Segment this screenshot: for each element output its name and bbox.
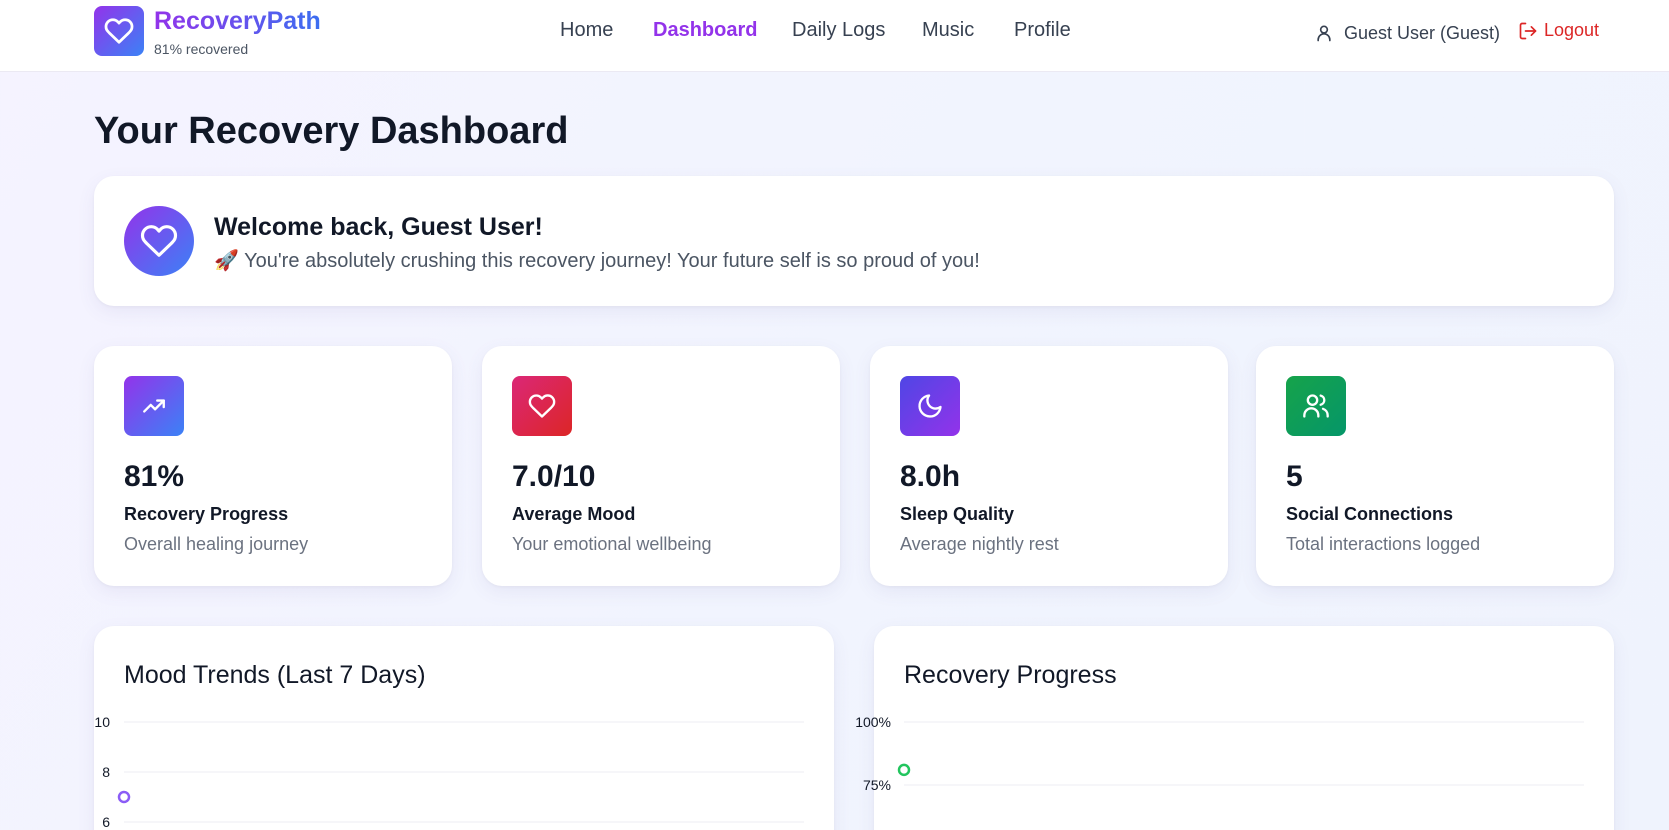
top-navbar: RecoveryPath 81% recovered Home Dashboar… bbox=[0, 0, 1669, 72]
moon-icon bbox=[900, 376, 960, 436]
welcome-title: Welcome back, Guest User! bbox=[214, 213, 543, 241]
data-point[interactable] bbox=[117, 790, 131, 804]
stat-card-recovery: 81% Recovery Progress Overall healing jo… bbox=[94, 346, 452, 586]
logout-label: Logout bbox=[1544, 20, 1600, 40]
trending-up-icon bbox=[124, 376, 184, 436]
heart-icon bbox=[140, 225, 178, 257]
stat-label: Social Connections bbox=[1286, 504, 1454, 524]
nav-music[interactable]: Music bbox=[922, 19, 974, 42]
nav-dashboard[interactable]: Dashboard bbox=[653, 19, 757, 42]
brand-name[interactable]: RecoveryPath bbox=[154, 7, 321, 36]
y-tick-label: 75% bbox=[863, 777, 891, 793]
y-tick-label: 6 bbox=[102, 814, 110, 830]
stat-value: 81% bbox=[124, 460, 185, 493]
stat-label: Recovery Progress bbox=[124, 504, 289, 524]
y-tick-label: 8 bbox=[102, 764, 110, 780]
user-name: Guest User (Guest) bbox=[1344, 22, 1501, 43]
users-icon bbox=[1286, 376, 1346, 436]
logout-button[interactable]: Logout bbox=[1518, 20, 1599, 41]
logo[interactable] bbox=[94, 6, 144, 56]
stat-description: Your emotional wellbeing bbox=[512, 534, 712, 554]
stat-description: Total interactions logged bbox=[1286, 534, 1481, 554]
page-title: Your Recovery Dashboard bbox=[94, 110, 569, 152]
stat-card-social: 5 Social Connections Total interactions … bbox=[1256, 346, 1614, 586]
mood-trends-card: Mood Trends (Last 7 Days) 10 8 6 bbox=[94, 626, 834, 830]
stat-value: 8.0h bbox=[900, 460, 961, 493]
nav-home[interactable]: Home bbox=[560, 19, 613, 42]
stat-card-sleep: 8.0h Sleep Quality Average nightly rest bbox=[870, 346, 1228, 586]
mood-chart: 10 8 6 bbox=[94, 714, 804, 830]
stat-label: Average Mood bbox=[512, 504, 636, 524]
nav-profile[interactable]: Profile bbox=[1014, 19, 1071, 42]
stat-description: Overall healing journey bbox=[124, 534, 309, 554]
recovery-chart: 100% 75% bbox=[855, 714, 1584, 793]
heart-icon bbox=[512, 376, 572, 436]
welcome-message: 🚀 You're absolutely crushing this recove… bbox=[214, 250, 980, 272]
recovery-progress-card: Recovery Progress 100% 75% bbox=[855, 626, 1614, 830]
user-icon bbox=[1317, 25, 1331, 42]
user-menu[interactable]: Guest User (Guest) bbox=[1314, 20, 1500, 46]
logout-icon bbox=[1519, 22, 1537, 39]
avatar bbox=[124, 206, 194, 276]
welcome-card: Welcome back, Guest User! 🚀 You're absol… bbox=[94, 176, 1614, 306]
heart-icon bbox=[104, 18, 134, 44]
stat-card-mood: 7.0/10 Average Mood Your emotional wellb… bbox=[482, 346, 840, 586]
y-tick-label: 10 bbox=[94, 714, 110, 730]
stat-value: 5 bbox=[1286, 460, 1303, 493]
recovery-percent-subtitle: 81% recovered bbox=[154, 41, 249, 57]
data-point[interactable] bbox=[897, 763, 911, 777]
stat-description: Average nightly rest bbox=[900, 534, 1059, 554]
stat-label: Sleep Quality bbox=[900, 504, 1015, 524]
y-tick-label: 100% bbox=[855, 714, 891, 730]
stat-value: 7.0/10 bbox=[512, 460, 596, 493]
nav-daily-logs[interactable]: Daily Logs bbox=[792, 19, 885, 42]
